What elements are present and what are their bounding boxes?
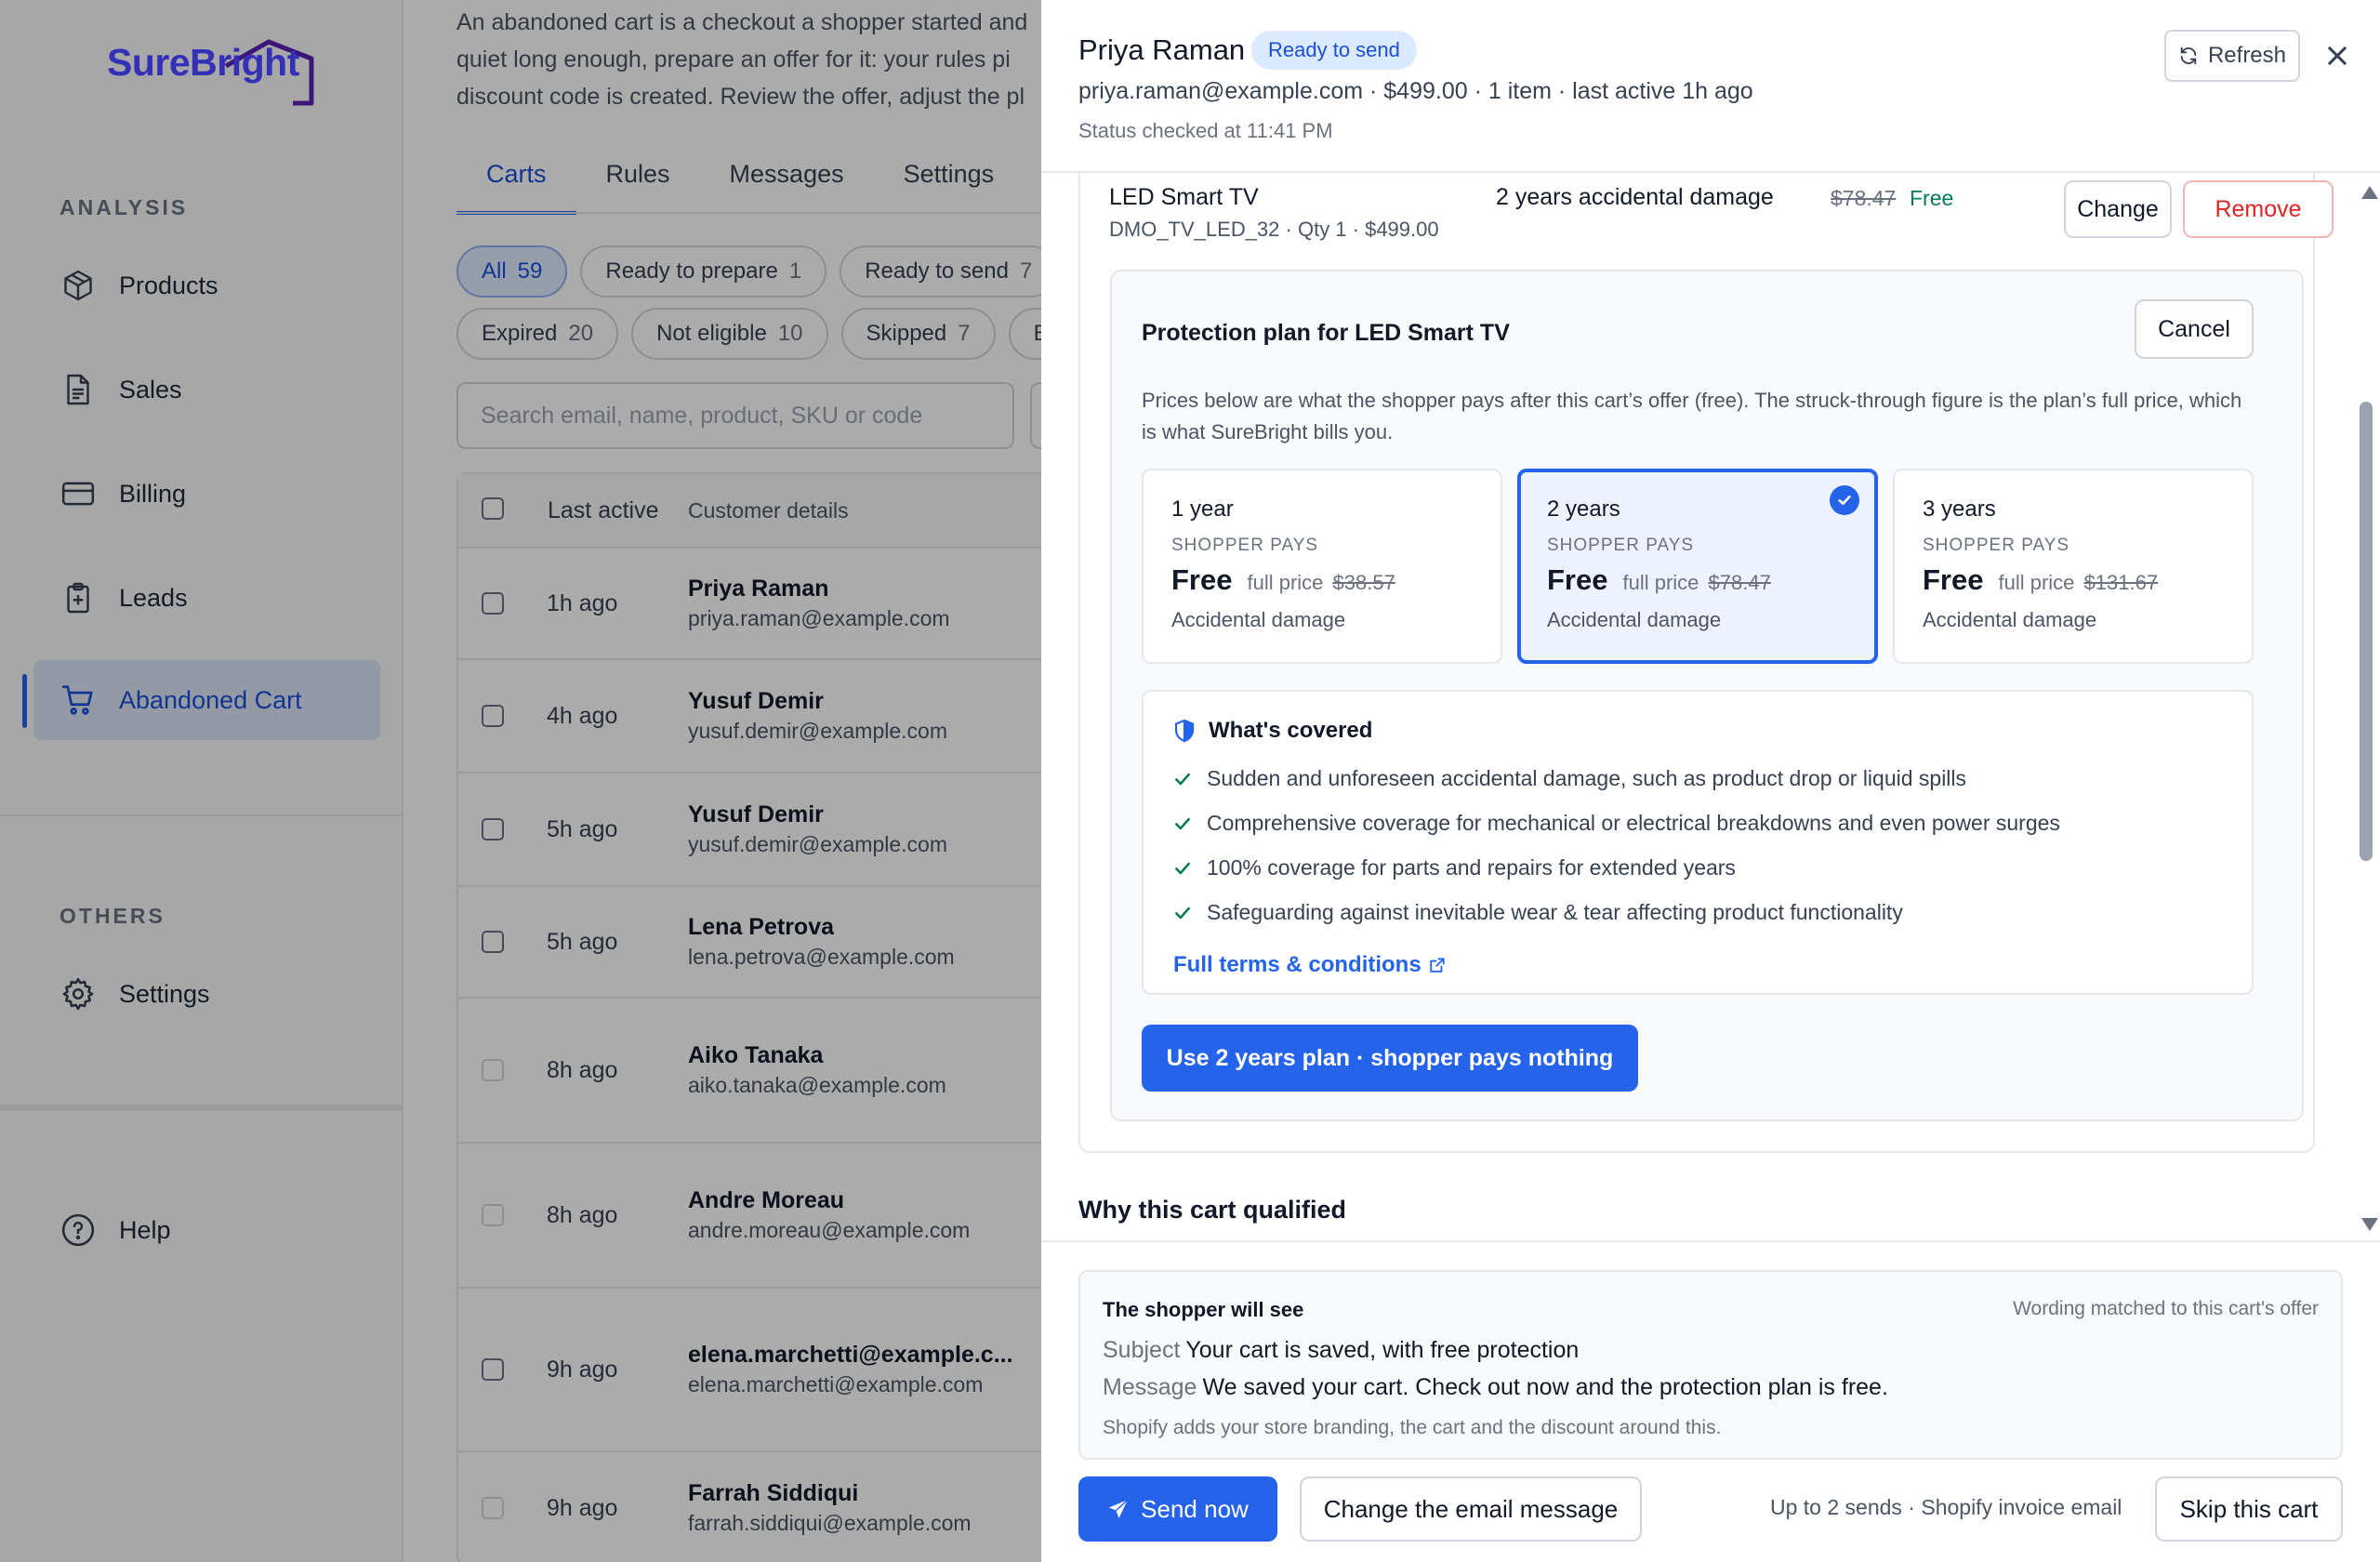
selected-check-icon <box>1830 485 1859 515</box>
option-length: 2 years <box>1547 496 1620 522</box>
customer-name: Priya Raman <box>1078 33 1246 66</box>
status-badge: Ready to send <box>1251 31 1417 70</box>
option-price: Free <box>1923 563 1984 596</box>
covered-item-text: Comprehensive coverage for mechanical or… <box>1207 811 2060 835</box>
option-length: 1 year <box>1171 496 1234 522</box>
option-type: Accidental damage <box>1171 608 1346 631</box>
option-label: SHOPPER PAYS <box>1547 536 1695 555</box>
cancel-button[interactable]: Cancel <box>2135 299 2254 359</box>
preview-note: Wording matched to this cart's offer <box>2013 1298 2319 1319</box>
covered-title: What's covered <box>1173 718 1372 744</box>
drawer-footer: The shopper will see Wording matched to … <box>1041 1240 2380 1562</box>
plan-option-3-years[interactable]: 3 years SHOPPER PAYS Free full price $131… <box>1893 469 2254 664</box>
external-link-icon <box>1429 957 1446 973</box>
covered-item: Sudden and unforeseen accidental damage,… <box>1173 766 1966 791</box>
plan-price: Free <box>1910 186 1954 210</box>
covered-item-text: Safeguarding against inevitable wear & t… <box>1207 900 1903 924</box>
option-label: SHOPPER PAYS <box>1171 536 1319 555</box>
terms-link-text: Full terms & conditions <box>1173 952 1421 977</box>
logo-text: SureBright <box>107 41 299 84</box>
scroll-down-arrow-icon[interactable] <box>2361 1218 2378 1231</box>
subject-label: Subject <box>1103 1337 1181 1363</box>
scrollbar-thumb[interactable] <box>2360 402 2373 861</box>
refresh-icon <box>2178 46 2199 66</box>
panel-title: Protection plan for LED Smart TV <box>1142 320 1510 346</box>
why-qualified-heading: Why this cart qualified <box>1078 1196 1347 1224</box>
email-preview: The shopper will see Wording matched to … <box>1078 1270 2343 1460</box>
message-text: We saved your cart. Check out now and th… <box>1202 1374 1888 1400</box>
change-plan-button[interactable]: Change <box>2064 180 2172 238</box>
modal-backdrop[interactable] <box>0 0 1041 1562</box>
covered-item: Comprehensive coverage for mechanical or… <box>1173 811 2060 836</box>
option-full-label: full price <box>1622 571 1699 594</box>
option-full-label: full price <box>1998 571 2075 594</box>
whats-covered-box: What's covered Sudden and unforeseen acc… <box>1142 690 2254 995</box>
product-name: LED Smart TV <box>1109 184 1259 210</box>
covered-item: Safeguarding against inevitable wear & t… <box>1173 900 1903 925</box>
subject-text: Your cart is saved, with free protection <box>1185 1337 1580 1363</box>
send-now-button[interactable]: Send now <box>1078 1476 1277 1542</box>
option-full-price: $78.47 <box>1708 571 1771 594</box>
option-type: Accidental damage <box>1547 608 1722 631</box>
send-label: Send now <box>1141 1494 1249 1523</box>
send-icon <box>1107 1498 1130 1520</box>
option-type: Accidental damage <box>1923 608 2097 631</box>
plan-option-2-years[interactable]: 2 years SHOPPER PAYS Free full price $78.… <box>1517 469 1878 664</box>
option-price: Free <box>1171 563 1233 596</box>
preview-footnote: Shopify adds your store branding, the ca… <box>1103 1417 1722 1438</box>
panel-description: Prices below are what the shopper pays a… <box>1142 389 2242 443</box>
shield-icon <box>1173 719 1196 743</box>
option-full-label: full price <box>1247 571 1324 594</box>
option-length: 3 years <box>1923 496 1996 522</box>
status-timestamp: Status checked at 11:41 PM <box>1078 119 1333 142</box>
preview-message: Message We saved your cart. Check out now… <box>1103 1374 1888 1401</box>
option-label: SHOPPER PAYS <box>1923 536 2070 555</box>
check-icon <box>1173 904 1192 922</box>
preview-title: The shopper will see <box>1103 1298 1304 1321</box>
logo[interactable]: SureBright <box>107 39 314 106</box>
use-plan-button[interactable]: Use 2 years plan · shopper pays nothing <box>1142 1025 1638 1092</box>
remove-plan-button[interactable]: Remove <box>2183 180 2334 238</box>
cart-detail-drawer: LED Smart TV DMO_TV_LED_32 · Qty 1 · $49… <box>1041 0 2380 1562</box>
check-icon <box>1173 814 1192 833</box>
terms-link[interactable]: Full terms & conditions <box>1173 952 1446 978</box>
drawer-scrollbar[interactable] <box>2354 182 2378 1233</box>
protection-plan-panel: Protection plan for LED Smart TV Cancel … <box>1110 270 2304 1121</box>
check-icon <box>1173 859 1192 878</box>
covered-item: 100% coverage for parts and repairs for … <box>1173 855 1736 880</box>
refresh-label: Refresh <box>2207 43 2287 68</box>
plan-option-1-year[interactable]: 1 year SHOPPER PAYS Free full price $38.5… <box>1142 469 1502 664</box>
close-icon[interactable] <box>2317 35 2358 76</box>
covered-item-text: Sudden and unforeseen accidental damage,… <box>1207 766 1967 790</box>
send-limit-note: Up to 2 sends · Shopify invoice email <box>1770 1495 2122 1519</box>
scroll-up-arrow-icon[interactable] <box>2361 186 2378 199</box>
drawer-header: Priya Raman Ready to send priya.raman@ex… <box>1041 0 2380 173</box>
covered-item-text: 100% coverage for parts and repairs for … <box>1207 855 1736 880</box>
product-plan: 2 years accidental damage <box>1496 184 1774 210</box>
option-price: Free <box>1547 563 1608 596</box>
skip-cart-button[interactable]: Skip this cart <box>2155 1476 2343 1542</box>
cart-meta: priya.raman@example.com · $499.00 · 1 it… <box>1078 78 1753 104</box>
product-sku: DMO_TV_LED_32 · Qty 1 · $499.00 <box>1109 218 1439 241</box>
option-full-price: $38.57 <box>1332 571 1395 594</box>
preview-subject: Subject Your cart is saved, with free pro… <box>1103 1337 1579 1364</box>
check-icon <box>1173 770 1192 788</box>
option-full-price: $131.67 <box>2083 571 2159 594</box>
message-label: Message <box>1103 1374 1197 1400</box>
change-email-message-button[interactable]: Change the email message <box>1300 1476 1642 1542</box>
refresh-button[interactable]: Refresh <box>2164 30 2300 82</box>
covered-title-text: What's covered <box>1209 718 1373 743</box>
plan-full-price: $78.47 <box>1831 186 1897 210</box>
